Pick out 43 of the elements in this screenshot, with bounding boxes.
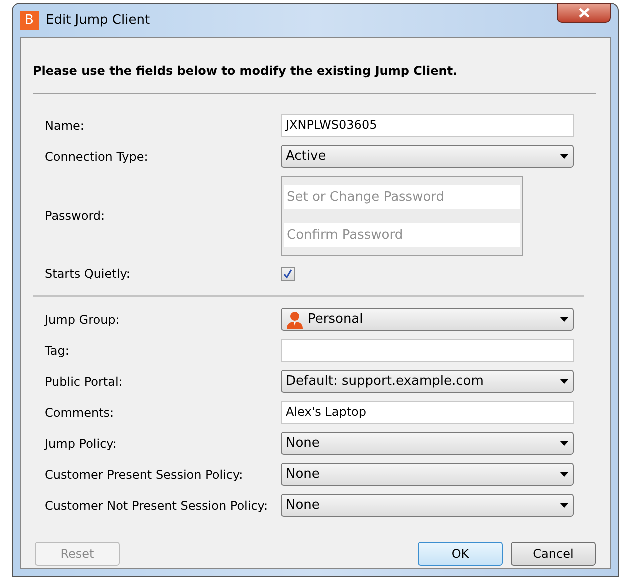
caret-icon	[560, 154, 569, 159]
dropdown[interactable]: Default: support.example.com	[281, 370, 574, 393]
field-label: Public Portal:	[45, 374, 124, 390]
checkbox[interactable]	[281, 267, 295, 281]
dialog-button[interactable]: Cancel	[511, 542, 596, 566]
field-label: Password:	[45, 208, 106, 225]
text-field[interactable]: Alex's Laptop	[281, 401, 574, 424]
dropdown-value: Active	[286, 148, 328, 166]
dropdown-value: Personal	[308, 310, 364, 329]
field-label: Jump Group:	[45, 312, 121, 328]
dropdown[interactable]: Personal	[281, 308, 574, 331]
dropdown-value: None	[286, 466, 321, 484]
dropdown-value: None	[286, 496, 321, 515]
field-label: Jump Policy:	[45, 436, 118, 452]
check-icon	[283, 269, 293, 279]
dropdown[interactable]: None	[281, 432, 574, 455]
window-title: Edit Jump Client	[46, 12, 150, 30]
confirm-password-field[interactable]: Confirm Password	[284, 223, 520, 247]
field-label: Customer Present Session Policy:	[45, 466, 244, 484]
dropdown[interactable]: None	[281, 494, 574, 517]
dialog-button[interactable]: OK	[418, 542, 503, 566]
instructions: Please use the fields below to modify the existing Jump Client.	[33, 63, 459, 80]
app-logo: B	[20, 11, 39, 30]
field-label: Comments:	[45, 404, 116, 422]
text-field[interactable]	[281, 339, 574, 362]
caret-icon	[560, 503, 569, 508]
text-field[interactable]: JXNPLWS03605	[281, 114, 574, 137]
dropdown[interactable]: Active	[281, 145, 574, 168]
dropdown[interactable]: None	[281, 463, 574, 486]
close-icon	[578, 8, 590, 18]
dropdown-value: None	[286, 434, 321, 453]
field-label: Name:	[45, 118, 86, 134]
caret-icon	[560, 472, 569, 477]
caret-icon	[560, 317, 569, 322]
field-label: Starts Quietly:	[45, 266, 132, 283]
password-field[interactable]: Set or Change Password	[284, 185, 520, 209]
field-label: Customer Not Present Session Policy:	[45, 498, 270, 514]
caret-icon	[560, 441, 569, 446]
field-label: Tag:	[45, 342, 70, 360]
field-label: Connection Type:	[45, 148, 150, 166]
dropdown-value: Default: support.example.com	[286, 372, 485, 391]
close-button[interactable]	[557, 3, 611, 23]
caret-icon	[560, 379, 569, 384]
